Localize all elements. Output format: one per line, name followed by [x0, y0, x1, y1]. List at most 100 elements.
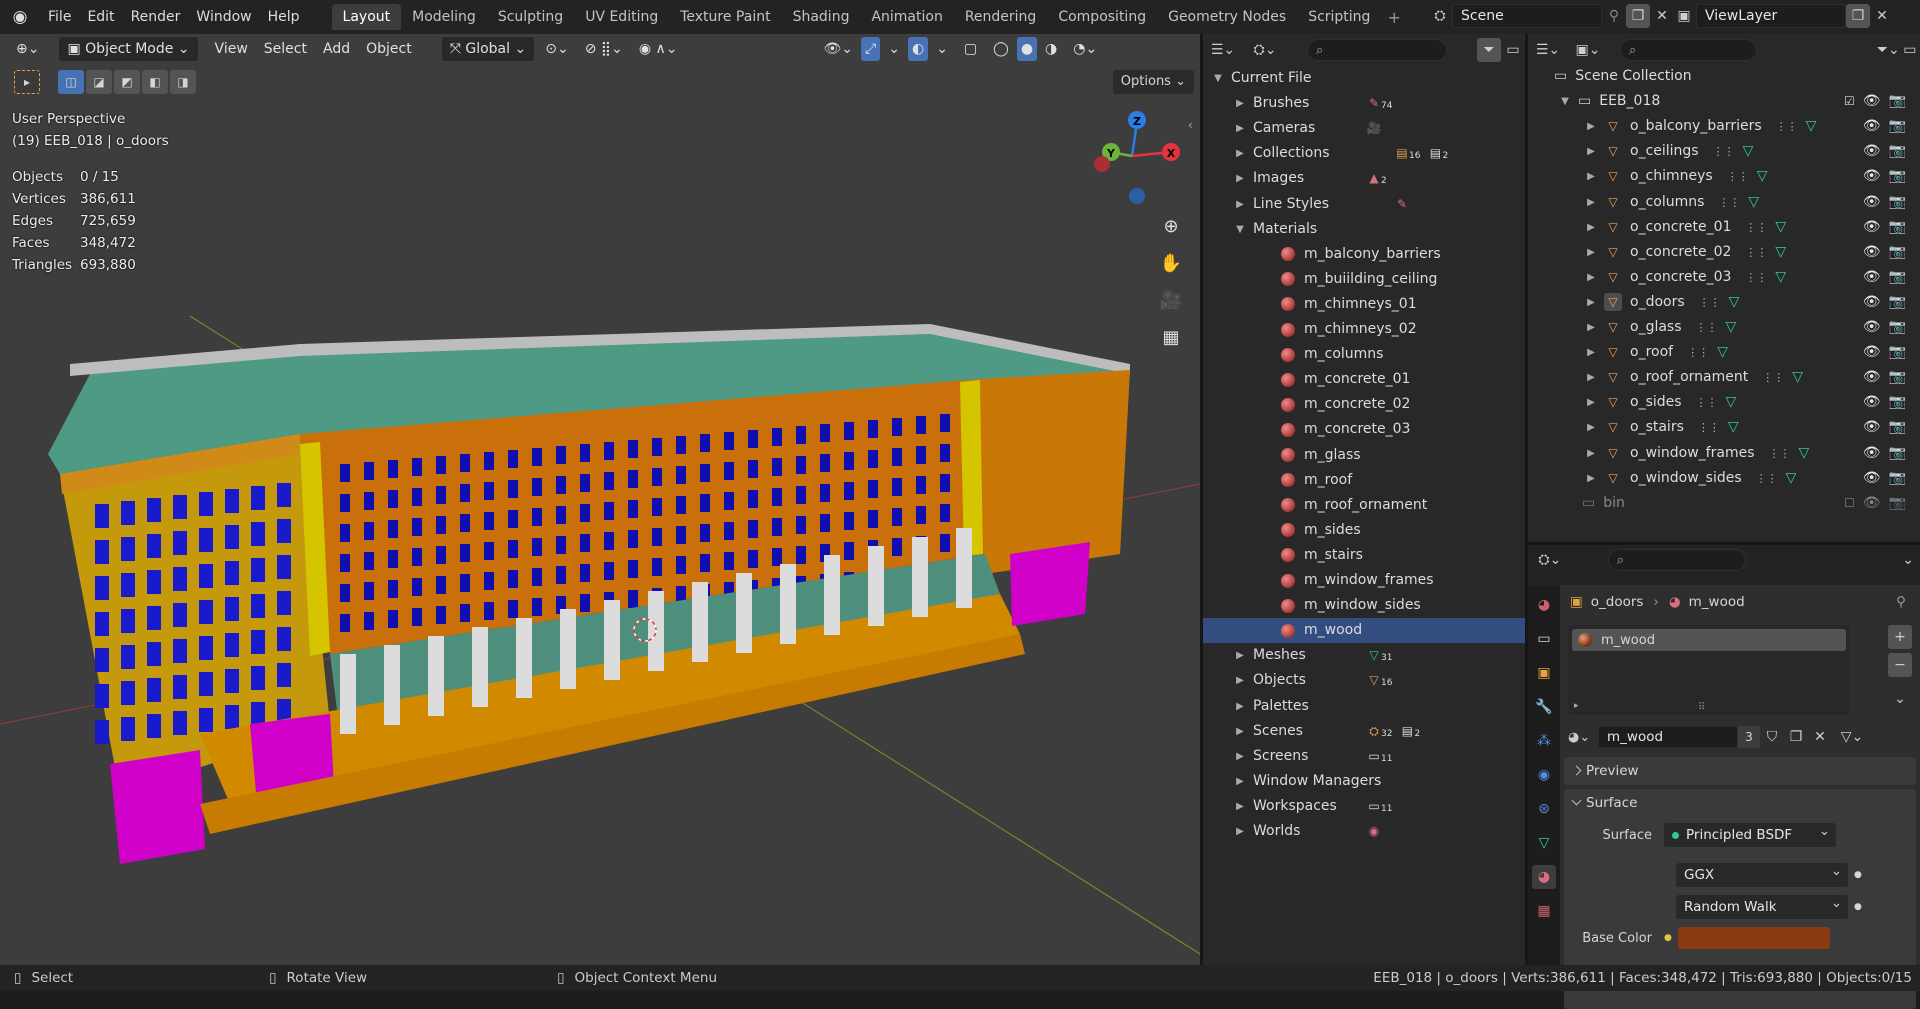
modifier-icon[interactable]: ⋮⋮ [1769, 441, 1791, 466]
overlay-toggle-icon[interactable]: ◐ [907, 37, 929, 61]
object-tab-icon[interactable]: ▣ [1532, 661, 1556, 685]
tab-uv-editing[interactable]: UV Editing [574, 4, 669, 30]
options-dropdown-icon[interactable]: ⌄ [1896, 548, 1920, 572]
menu-help[interactable]: Help [260, 6, 308, 28]
mesh-object-icon[interactable]: ▽ [1604, 143, 1622, 161]
expand-arrow-icon[interactable]: ▶ [1584, 365, 1598, 390]
expand-arrow-icon[interactable]: ▶ [1233, 694, 1247, 719]
object-row[interactable]: ▶ ▽ o_ceilings ⋮⋮ ▽ 👁 📷 [1528, 139, 1920, 164]
expand-arrow-icon[interactable]: ▶ [1233, 794, 1247, 819]
editor-type-icon[interactable]: ⛭⌄ [1538, 548, 1562, 572]
pin-icon[interactable]: ⚲ [1896, 594, 1906, 610]
checkbox-icon[interactable]: ☑ [1844, 89, 1855, 114]
resize-handle-icon[interactable]: ⠿ [1698, 702, 1705, 713]
material-item[interactable]: m_concrete_02 [1203, 392, 1525, 417]
scene-search-input[interactable]: ⌕ [1620, 39, 1757, 61]
render-camera-icon[interactable]: 📷 [1889, 139, 1906, 164]
rendered-shading-icon[interactable]: ◔⌄ [1065, 37, 1105, 61]
material-item[interactable]: m_wood [1203, 618, 1525, 644]
material-item[interactable]: m_sides [1203, 518, 1525, 543]
collapse-arrow-icon[interactable]: ▼ [1558, 89, 1572, 114]
render-camera-icon[interactable]: 📷 [1889, 215, 1906, 240]
eye-icon[interactable]: 👁 [1863, 340, 1881, 365]
subsurface-method-dropdown[interactable]: Random Walk [1676, 891, 1848, 919]
checkbox-icon[interactable]: ☐ [1844, 491, 1855, 516]
eye-icon[interactable]: 👁 [1863, 365, 1881, 390]
tree-root[interactable]: ▼ Current File [1203, 66, 1525, 91]
blender-logo-icon[interactable]: ◉ [0, 0, 40, 34]
mesh-data-icon[interactable]: ▽ [1729, 290, 1740, 315]
base-color-swatch[interactable] [1677, 927, 1830, 949]
expand-arrow-icon[interactable]: ▶ [1233, 668, 1247, 693]
tree-item-brushes[interactable]: ▶ Brushes ✎ 74 [1203, 91, 1525, 116]
render-tab-icon[interactable]: ▭ [1532, 627, 1556, 651]
material-item[interactable]: m_buiilding_ceiling [1203, 267, 1525, 292]
render-camera-icon[interactable]: 📷 [1889, 164, 1906, 189]
material-slot-list[interactable]: m_wood ▸ ⠿ [1568, 625, 1850, 715]
eye-icon[interactable]: 👁 [1863, 139, 1881, 164]
modifier-icon[interactable]: ⋮⋮ [1699, 290, 1721, 315]
tab-rendering[interactable]: Rendering [954, 4, 1048, 30]
expand-arrow-icon[interactable]: ▶ [1584, 240, 1598, 265]
expand-arrow-icon[interactable]: ▶ [1233, 166, 1247, 191]
tree-item-collections[interactable]: ▶ Collections ▤ 16 ▤ 2 [1203, 141, 1525, 166]
modifier-icon[interactable]: ⋮⋮ [1713, 139, 1735, 164]
camera-view-icon[interactable]: 🎥 [1156, 285, 1186, 315]
eye-icon[interactable]: 👁 [1863, 164, 1881, 189]
select-invert-icon[interactable]: ◧ [142, 70, 168, 94]
tree-item-materials[interactable]: ▼ Materials [1203, 217, 1525, 242]
render-camera-icon[interactable]: 📷 [1889, 340, 1906, 365]
select-subtract-icon[interactable]: ◩ [114, 70, 140, 94]
render-camera-icon[interactable]: 📷 [1889, 190, 1906, 215]
mesh-object-icon[interactable]: ▽ [1604, 268, 1622, 286]
tab-modeling[interactable]: Modeling [401, 4, 487, 30]
expand-arrow-icon[interactable]: ▶ [1233, 91, 1247, 116]
overlay-dropdown-icon[interactable]: ⌄ [928, 37, 956, 61]
expand-arrow-icon[interactable]: ▶ [1584, 390, 1598, 415]
menu-window[interactable]: Window [188, 6, 259, 28]
tab-scripting[interactable]: Scripting [1297, 4, 1381, 30]
duplicate-material-icon[interactable]: ❐ [1784, 725, 1808, 749]
select-extend-icon[interactable]: ◪ [86, 70, 112, 94]
material-item[interactable]: m_glass [1203, 443, 1525, 468]
expand-arrow-icon[interactable]: ▶ [1233, 744, 1247, 769]
render-camera-icon[interactable]: 📷 [1889, 240, 1906, 265]
slot-specials-icon[interactable]: ⌄ [1888, 687, 1912, 711]
eye-icon[interactable]: 👁 [1863, 190, 1881, 215]
texture-tab-icon[interactable]: ▦ [1532, 899, 1556, 923]
tab-shading[interactable]: Shading [782, 4, 861, 30]
world-icon[interactable]: ◉ [1365, 823, 1383, 841]
tab-compositing[interactable]: Compositing [1047, 4, 1157, 30]
object-row[interactable]: ▶ ▽ o_columns ⋮⋮ ▽ 👁 📷 [1528, 190, 1920, 215]
tree-item-screens[interactable]: ▶ Screens ▭ 11 [1203, 744, 1525, 769]
tree-item-line-styles[interactable]: ▶ Line Styles ✎ [1203, 192, 1525, 217]
object-row[interactable]: ▶ ▽ o_roof ⋮⋮ ▽ 👁 📷 [1528, 340, 1920, 365]
expand-arrow-icon[interactable]: ▶ [1584, 290, 1598, 315]
link-data-icon[interactable]: ▽⌄ [1840, 725, 1864, 749]
render-camera-icon[interactable]: 📷 [1889, 390, 1906, 415]
material-item[interactable]: m_roof_ornament [1203, 493, 1525, 518]
tool-tab-icon[interactable]: ◕ [1532, 593, 1556, 617]
eye-icon[interactable]: 👁 [1863, 390, 1881, 415]
render-camera-icon[interactable]: 📷 [1889, 441, 1906, 466]
mesh-data-icon[interactable]: ▽ [1726, 390, 1737, 415]
tab-animation[interactable]: Animation [860, 4, 953, 30]
render-camera-icon[interactable]: 📷 [1889, 415, 1906, 440]
expand-arrow-icon[interactable]: ▶ [1233, 769, 1247, 794]
pan-hand-icon[interactable]: ✋ [1156, 248, 1186, 278]
expand-arrow-icon[interactable]: ▶ [1584, 315, 1598, 340]
mesh-object-icon[interactable]: ▽ [1604, 394, 1622, 412]
render-camera-icon[interactable]: 📷 [1889, 466, 1906, 491]
render-camera-icon[interactable]: 📷 [1889, 315, 1906, 340]
mesh-object-icon[interactable]: ▽ [1604, 469, 1622, 487]
mesh-object-icon[interactable]: ▽ [1604, 118, 1622, 136]
tab-geometry-nodes[interactable]: Geometry Nodes [1157, 4, 1297, 30]
mesh-data-icon[interactable]: ▽ [1775, 265, 1786, 290]
material-name-field[interactable]: m_wood [1598, 726, 1738, 748]
expand-arrow-icon[interactable]: ▶ [1584, 215, 1598, 240]
modifier-icon[interactable]: ⋮⋮ [1696, 390, 1718, 415]
browse-material-icon[interactable]: ◕⌄ [1568, 730, 1598, 745]
eye-icon[interactable]: 👁 [1863, 415, 1881, 440]
render-camera-icon[interactable]: 📷 [1889, 89, 1906, 114]
display-mode-icon[interactable]: ⛭⌄ [1253, 38, 1277, 62]
